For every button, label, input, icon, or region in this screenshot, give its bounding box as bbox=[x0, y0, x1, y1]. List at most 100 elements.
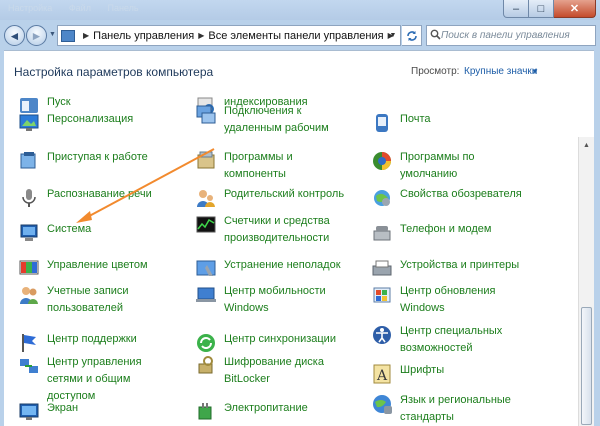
control-panel-item-label[interactable]: Устранение неполадок bbox=[224, 257, 341, 274]
control-panel-item[interactable]: Учетные записи пользователей bbox=[18, 283, 177, 317]
control-panel-item[interactable]: Устройства и принтеры bbox=[371, 257, 519, 280]
control-panel-item[interactable]: Почта bbox=[371, 111, 431, 134]
recent-pages-dropdown-icon[interactable]: ▼ bbox=[49, 31, 56, 38]
search-icon bbox=[430, 29, 441, 40]
control-panel-item-label[interactable]: Программы по умолчанию bbox=[400, 149, 530, 183]
control-panel-item-label[interactable]: Система bbox=[47, 221, 91, 238]
ease-of-access-icon bbox=[373, 326, 391, 344]
action-center-flag-icon bbox=[22, 334, 36, 352]
microphone-icon bbox=[22, 189, 36, 207]
control-panel-item-label[interactable]: Учетные записи пользователей bbox=[47, 283, 177, 317]
control-panel-item[interactable]: Родительский контроль bbox=[195, 186, 344, 209]
control-panel-item[interactable]: Центр специальных возможностей bbox=[371, 323, 530, 357]
control-panel-item-label[interactable]: Почта bbox=[400, 111, 431, 128]
control-panel-item-label[interactable]: Свойства обозревателя bbox=[400, 186, 522, 203]
control-panel-item[interactable]: Приступая к работе bbox=[18, 149, 148, 172]
breadcrumb-control-panel[interactable]: Панель управления bbox=[93, 30, 194, 42]
power-options-icon bbox=[198, 403, 212, 420]
svg-text:A: A bbox=[376, 368, 388, 384]
background-tab: Файл bbox=[68, 3, 91, 13]
control-panel-item-label[interactable]: Язык и региональные стандарты bbox=[400, 392, 530, 426]
control-panel-item[interactable]: Система bbox=[18, 221, 91, 244]
forward-button[interactable]: ► bbox=[26, 25, 47, 46]
control-panel-item-label[interactable]: Подключения к удаленным рабочим bbox=[224, 103, 354, 137]
control-panel-item[interactable]: Электропитание bbox=[195, 400, 308, 423]
chevron-right-icon[interactable]: ▶ bbox=[83, 31, 89, 40]
control-panel-item[interactable]: Центр поддержки bbox=[18, 331, 137, 354]
refresh-button[interactable] bbox=[402, 25, 422, 46]
control-panel-item[interactable]: Экран bbox=[18, 400, 78, 423]
address-bar[interactable]: ▶ Панель управления ▶ Все элементы панел… bbox=[57, 25, 401, 46]
control-panel-item[interactable]: Центр управления сетями и общим доступом bbox=[18, 354, 177, 405]
system-icon bbox=[20, 224, 38, 241]
remote-desktop-icon bbox=[196, 105, 216, 124]
personalization-icon bbox=[19, 114, 39, 131]
control-panel-item-label[interactable]: Экран bbox=[47, 400, 78, 417]
maximize-button[interactable]: □ bbox=[529, 0, 554, 18]
background-tab: Настройка bbox=[8, 3, 53, 13]
chevron-down-icon[interactable]: ▼ bbox=[531, 67, 539, 76]
control-panel-item-label[interactable]: Устройства и принтеры bbox=[400, 257, 519, 274]
programs-features-icon bbox=[197, 151, 215, 169]
control-panel-item-label[interactable]: Центр специальных возможностей bbox=[400, 323, 530, 357]
control-panel-item[interactable]: Распознавание речи bbox=[18, 186, 152, 209]
address-dropdown-icon[interactable]: ▼ bbox=[386, 26, 400, 45]
control-panel-item-label[interactable]: Родительский контроль bbox=[224, 186, 344, 203]
search-box[interactable] bbox=[426, 25, 596, 46]
control-panel-item[interactable]: Программы и компоненты bbox=[195, 149, 354, 183]
fonts-icon: A bbox=[373, 364, 391, 384]
control-panel-item-label[interactable]: Счетчики и средства производительности bbox=[224, 213, 354, 247]
control-panel-item[interactable]: Язык и региональные стандарты bbox=[371, 392, 530, 426]
control-panel-item-label[interactable]: Персонализация bbox=[47, 111, 133, 128]
background-tabs: Настройка Файл Панель bbox=[8, 3, 153, 13]
chevron-right-icon[interactable]: ▶ bbox=[198, 31, 204, 40]
control-panel-item-label[interactable]: Управление цветом bbox=[47, 257, 148, 274]
control-panel-item-label[interactable]: Центр управления сетями и общим доступом bbox=[47, 354, 177, 405]
windows-update-icon bbox=[373, 287, 391, 303]
scroll-thumb[interactable] bbox=[581, 307, 592, 425]
control-panel-item[interactable]: Центр мобильности Windows bbox=[195, 283, 354, 317]
control-panel-item-label[interactable]: Центр синхронизации bbox=[224, 331, 336, 348]
user-accounts-icon bbox=[20, 287, 38, 304]
control-panel-item-label[interactable]: Электропитание bbox=[224, 400, 308, 417]
control-panel-item-label[interactable]: Приступая к работе bbox=[47, 149, 148, 166]
scroll-up-icon[interactable]: ▲ bbox=[579, 137, 594, 153]
control-panel-item[interactable]: Телефон и модем bbox=[371, 221, 491, 244]
control-panel-item-label[interactable]: Распознавание речи bbox=[47, 186, 152, 203]
phone-modem-icon bbox=[373, 226, 391, 241]
control-panel-item[interactable]: Управление цветом bbox=[18, 257, 148, 280]
mobility-center-icon bbox=[196, 287, 216, 302]
control-panel-item-label[interactable]: Центр поддержки bbox=[47, 331, 137, 348]
control-panel-item[interactable]: Центр синхронизации bbox=[195, 331, 336, 354]
control-panel-item-label[interactable]: Телефон и модем bbox=[400, 221, 491, 238]
refresh-icon bbox=[406, 30, 417, 41]
control-panel-item[interactable]: Программы по умолчанию bbox=[371, 149, 530, 183]
control-panel-icon bbox=[61, 29, 75, 42]
search-input[interactable] bbox=[441, 30, 581, 41]
control-panel-item[interactable]: Шифрование диска BitLocker bbox=[195, 354, 354, 388]
control-panel-item[interactable]: Персонализация bbox=[18, 111, 133, 134]
page-title: Настройка параметров компьютера bbox=[14, 65, 214, 79]
mail-icon bbox=[376, 114, 388, 132]
view-label: Просмотр: bbox=[411, 66, 460, 77]
control-panel-item[interactable]: Центр обновления Windows bbox=[371, 283, 530, 317]
control-panel-item[interactable]: Счетчики и средства производительности bbox=[195, 213, 354, 247]
control-panel-item-label[interactable]: Центр мобильности Windows bbox=[224, 283, 354, 317]
control-panel-item-label[interactable]: Шрифты bbox=[400, 362, 444, 379]
control-panel-item[interactable]: Устранение неполадок bbox=[195, 257, 341, 280]
control-panel-item[interactable]: Подключения к удаленным рабочим bbox=[195, 103, 354, 137]
control-panel-item-label[interactable]: Центр обновления Windows bbox=[400, 283, 530, 317]
minimize-button[interactable]: – bbox=[503, 0, 529, 18]
control-panel-item-label[interactable]: Пуск bbox=[47, 94, 71, 111]
view-mode-link[interactable]: Крупные значки bbox=[464, 66, 537, 77]
vertical-scrollbar[interactable]: ▲ bbox=[578, 137, 594, 426]
control-panel-item[interactable]: Свойства обозревателя bbox=[371, 186, 522, 209]
back-button[interactable]: ◄ bbox=[4, 25, 25, 46]
control-panel-item-label[interactable]: Шифрование диска BitLocker bbox=[224, 354, 354, 388]
close-button[interactable]: ✕ bbox=[554, 0, 596, 18]
network-center-icon bbox=[20, 359, 38, 373]
display-icon bbox=[19, 403, 39, 420]
breadcrumb-all-items[interactable]: Все элементы панели управления bbox=[208, 30, 383, 42]
control-panel-item[interactable]: A Шрифты bbox=[371, 362, 444, 385]
control-panel-item-label[interactable]: Программы и компоненты bbox=[224, 149, 354, 183]
